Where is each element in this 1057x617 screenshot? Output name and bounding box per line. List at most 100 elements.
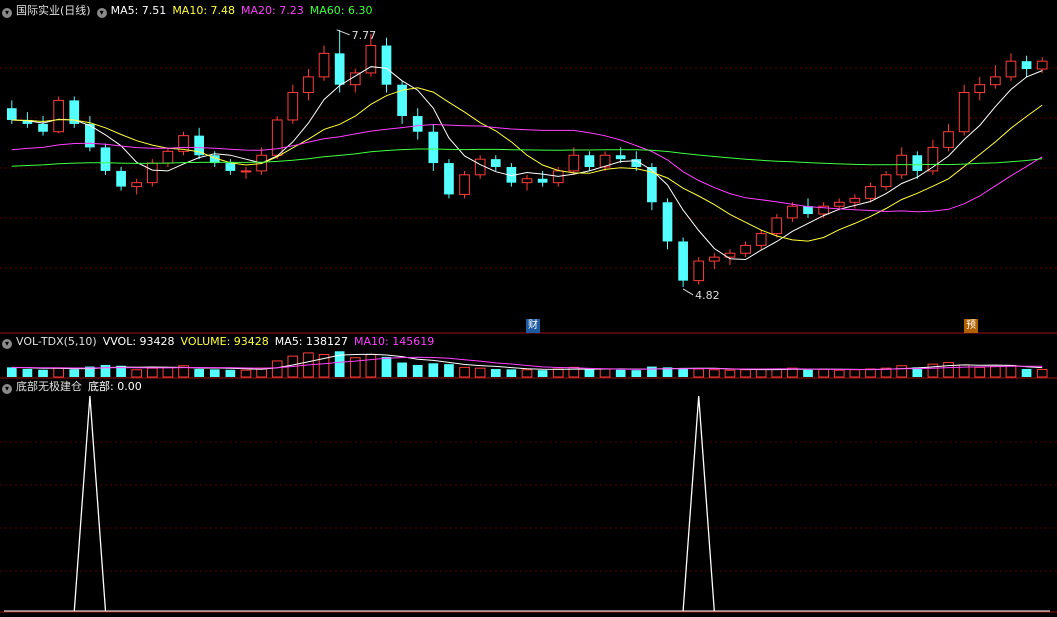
candle-body — [194, 135, 204, 156]
moving-average-lines — [11, 66, 1043, 261]
high-price-label: 7.77 — [352, 29, 377, 42]
candle-body — [662, 202, 673, 242]
volume-bar — [69, 369, 80, 377]
candle-body — [974, 84, 986, 94]
volume-bar — [709, 369, 720, 378]
kline-chart[interactable]: 7.77 4.82 — [0, 0, 1057, 617]
volume-bar — [584, 369, 595, 377]
candle-body — [678, 241, 688, 281]
chevron-down-icon[interactable]: ▾ — [2, 8, 12, 18]
volume-bar — [490, 368, 501, 377]
candle-body — [880, 174, 892, 188]
volume-bar — [537, 370, 548, 377]
price-annotations: 7.77 4.82 — [336, 29, 720, 302]
candle-body — [537, 178, 548, 183]
volume-value: VOLUME: 93428 — [180, 335, 269, 348]
volume-bar — [771, 368, 783, 378]
candle-body — [131, 182, 143, 188]
candle-body — [521, 178, 533, 184]
volume-bar — [678, 368, 688, 377]
candle-body — [943, 131, 954, 148]
volume-bar — [927, 363, 939, 378]
volume-bar — [552, 368, 564, 378]
candle-body — [771, 217, 783, 235]
volume-bar — [521, 369, 533, 378]
volume-bar — [599, 368, 611, 378]
candle-body — [1005, 60, 1017, 78]
candle-body — [990, 76, 1001, 86]
indicator-legend: ▾ 底部无极建仓 底部: 0.00 — [2, 380, 148, 394]
low-price-label: 4.82 — [695, 289, 720, 302]
vvol-value: VVOL: 93428 — [102, 335, 175, 348]
volume-bar — [647, 366, 657, 377]
candle-body — [303, 76, 314, 94]
candle-body — [100, 147, 111, 171]
volume-bar — [1036, 368, 1048, 378]
candle-body — [865, 186, 876, 199]
candle-body — [334, 53, 345, 85]
candle-body — [271, 119, 283, 156]
candle-body — [474, 158, 486, 176]
candle-body — [490, 159, 501, 167]
volume-bar — [131, 369, 143, 378]
chevron-down-icon[interactable]: ▾ — [2, 339, 12, 349]
vol-ma5-value: MA5: 138127 — [274, 335, 349, 348]
volume-bar — [818, 368, 829, 378]
indicator-signal-spike — [682, 395, 715, 612]
chevron-down-icon[interactable]: ▾ — [96, 8, 107, 18]
volume-bar — [365, 354, 377, 378]
candle-body — [6, 108, 17, 120]
volume-bar — [22, 368, 33, 377]
candle-body — [240, 170, 252, 173]
volume-bar — [724, 369, 736, 378]
candle-body — [709, 256, 720, 262]
candle-body — [615, 155, 626, 160]
volume-bar — [990, 366, 1001, 378]
candle-body — [318, 52, 330, 78]
candle-body — [787, 205, 798, 219]
candle-body — [958, 92, 970, 133]
volume-bar — [100, 364, 111, 377]
candle-body — [833, 201, 845, 207]
volume-bar — [896, 365, 908, 378]
volume-bar — [693, 368, 705, 378]
volume-bar — [397, 362, 407, 377]
volume-bar — [865, 368, 876, 378]
candle-body — [849, 197, 861, 203]
candle-body — [146, 162, 158, 184]
indicator-name: 底部无极建仓 — [16, 380, 82, 393]
volume-bar — [412, 364, 423, 377]
indicator-signal-spike — [73, 395, 107, 612]
low-price-pointer — [682, 288, 694, 296]
vol-ma10-value: MA10: 145619 — [354, 335, 435, 348]
forecast-marker[interactable]: 预 — [964, 319, 978, 333]
candle-body — [287, 92, 299, 121]
volume-bar — [1005, 365, 1017, 378]
volume-bar — [1021, 368, 1032, 377]
volume-bars — [6, 351, 1048, 378]
volume-ma-line — [11, 356, 1043, 371]
candle-body — [584, 155, 595, 167]
volume-bar — [849, 369, 861, 378]
candle-body — [428, 131, 439, 164]
candle-body — [803, 206, 813, 215]
ma20-value: MA20: 7.23 — [241, 4, 304, 17]
ma5-value: MA5: 7.51 — [110, 4, 167, 17]
candle-body — [162, 150, 174, 164]
volume-bar — [146, 367, 158, 378]
ma10-value: MA10: 7.48 — [172, 4, 236, 17]
volume-bar — [53, 367, 64, 378]
candle-body — [349, 72, 361, 86]
financial-report-marker[interactable]: 财 — [526, 319, 540, 333]
volume-bar — [755, 368, 767, 378]
candle-body — [912, 155, 923, 171]
candle-body — [225, 163, 236, 171]
candle-body — [740, 244, 751, 254]
volume-bar — [943, 362, 954, 378]
volume-bar — [506, 369, 517, 377]
candle-body — [412, 116, 423, 132]
candle-body — [444, 163, 454, 195]
chevron-down-icon[interactable]: ▾ — [2, 384, 12, 394]
volume-bar — [803, 369, 813, 377]
vol-indicator-name: VOL-TDX(5,10) — [16, 335, 97, 348]
